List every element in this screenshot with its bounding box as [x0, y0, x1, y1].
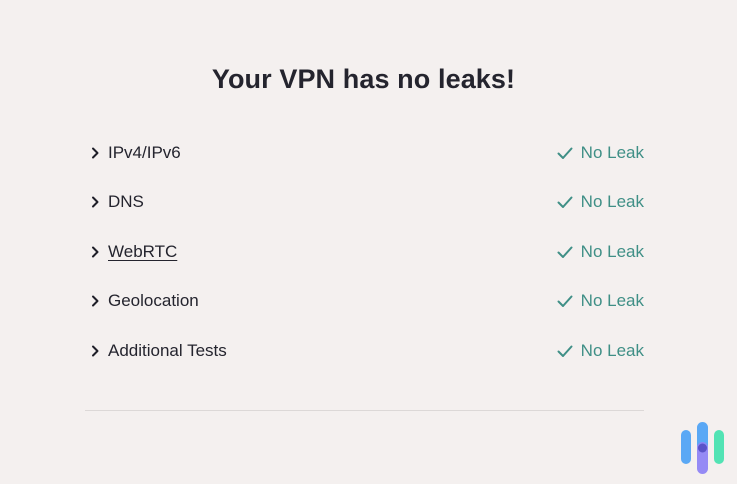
status-badge: No Leak [556, 143, 644, 163]
status-text: No Leak [580, 192, 644, 212]
chevron-right-icon [88, 294, 102, 308]
check-icon [556, 342, 574, 360]
test-row-additional-tests[interactable]: Additional Tests No Leak [88, 326, 644, 376]
test-row-ipv4-ipv6[interactable]: IPv4/IPv6 No Leak [88, 128, 644, 178]
check-icon [556, 193, 574, 211]
test-label: DNS [108, 192, 144, 212]
status-badge: No Leak [556, 341, 644, 361]
test-label: Additional Tests [108, 340, 227, 360]
check-icon [556, 144, 574, 162]
status-text: No Leak [580, 142, 644, 162]
chevron-right-icon [88, 195, 102, 209]
leak-test-list: IPv4/IPv6 No Leak DNS No Leak WebRTC No … [88, 128, 644, 376]
brand-logo [678, 420, 730, 476]
check-icon [556, 243, 574, 261]
test-label: IPv4/IPv6 [108, 142, 181, 162]
status-text: No Leak [580, 241, 644, 261]
chevron-right-icon [88, 245, 102, 259]
test-label-link[interactable]: WebRTC [108, 242, 177, 262]
status-text: No Leak [580, 340, 644, 360]
status-badge: No Leak [556, 291, 644, 311]
test-row-webrtc[interactable]: WebRTC No Leak [88, 227, 644, 277]
chevron-right-icon [88, 146, 102, 160]
test-label: Geolocation [108, 291, 199, 311]
status-text: No Leak [580, 291, 644, 311]
chevron-right-icon [88, 344, 102, 358]
test-row-dns[interactable]: DNS No Leak [88, 178, 644, 228]
status-badge: No Leak [556, 242, 644, 262]
page-title: Your VPN has no leaks! [211, 64, 516, 94]
divider [85, 410, 644, 411]
check-icon [556, 292, 574, 310]
test-row-geolocation[interactable]: Geolocation No Leak [88, 277, 644, 327]
status-badge: No Leak [556, 192, 644, 212]
